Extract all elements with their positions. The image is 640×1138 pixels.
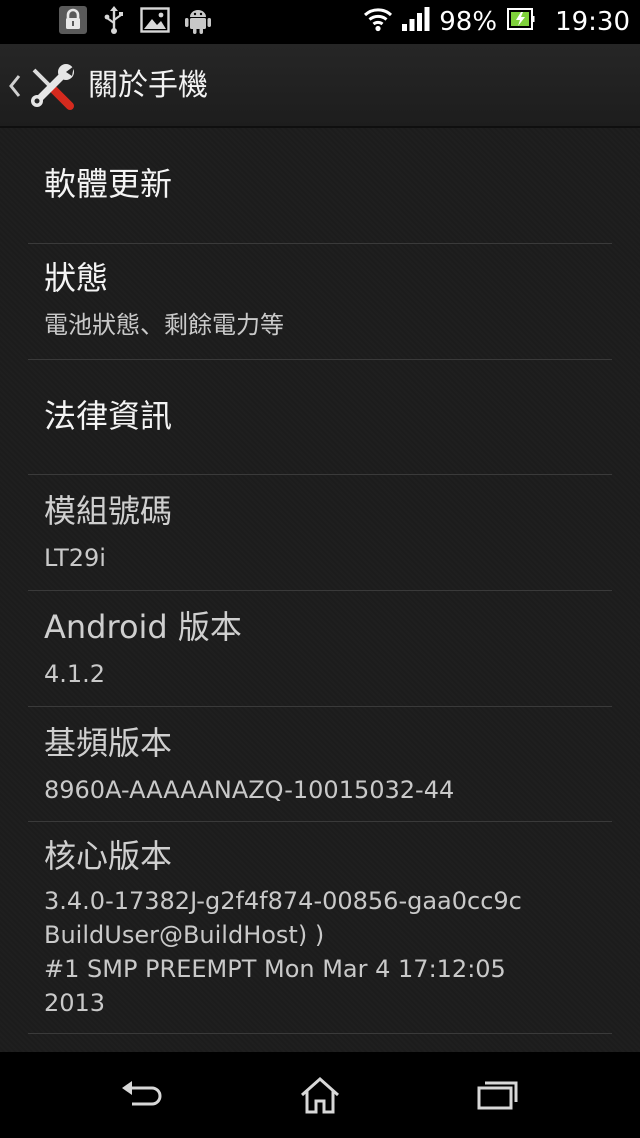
- list-item-title: 法律資訊: [44, 397, 173, 435]
- list-item-status[interactable]: 狀態 電池狀態、剩餘電力等: [28, 244, 612, 360]
- page-title: 關於手機: [88, 68, 208, 103]
- list-item-subtitle: 4.1.2: [44, 660, 106, 688]
- list-item-title: 基頻版本: [44, 724, 173, 762]
- image-icon: [140, 6, 170, 38]
- battery-percent: 98%: [439, 7, 498, 37]
- lock-icon: [58, 5, 88, 39]
- notification-icons: [58, 6, 212, 38]
- wrench-screwdriver-icon[interactable]: [26, 62, 76, 112]
- list-item-title: 核心版本: [44, 837, 173, 875]
- list-item-subtitle: 電池狀態、剩餘電力等: [44, 311, 284, 339]
- list-item-baseband-version: 基頻版本 8960A-AAAAANAZQ-10015032-44: [28, 707, 612, 822]
- list-item-kernel-version: 核心版本 3.4.0-17382J-g2f4f874-00856-gaa0cc9…: [28, 822, 612, 1034]
- wifi-icon: [363, 6, 393, 39]
- list-item-subtitle: 8960A-AAAAANAZQ-10015032-44: [44, 776, 455, 804]
- up-navigation-chevron-icon[interactable]: [4, 70, 26, 102]
- back-icon[interactable]: [112, 1070, 172, 1120]
- clock: 19:30: [555, 7, 630, 37]
- list-item-title: 軟體更新: [44, 165, 173, 203]
- action-bar: 關於手機: [0, 44, 640, 128]
- list-item-software-update[interactable]: 軟體更新: [28, 128, 612, 244]
- about-phone-screen: 98% 19:30 關於手機 軟體更新 狀態 電池狀態、剩餘電力等 法律資訊 模…: [0, 0, 640, 1138]
- system-status: 98% 19:30: [363, 0, 630, 44]
- list-item-android-version[interactable]: Android 版本 4.1.2: [28, 591, 612, 707]
- navigation-bar: [0, 1052, 640, 1138]
- list-item-legal-info[interactable]: 法律資訊: [28, 360, 612, 475]
- usb-icon: [102, 5, 126, 39]
- battery-icon: [507, 7, 535, 38]
- status-bar: 98% 19:30: [0, 0, 640, 44]
- android-icon: [184, 5, 212, 39]
- list-item-subtitle: LT29i: [44, 544, 106, 572]
- list-item-title: 模組號碼: [44, 492, 173, 530]
- settings-list: 軟體更新 狀態 電池狀態、剩餘電力等 法律資訊 模組號碼 LT29i Andro…: [0, 128, 640, 1052]
- home-icon[interactable]: [290, 1070, 350, 1120]
- list-item-title: 狀態: [44, 259, 109, 297]
- list-item-subtitle: 3.4.0-17382J-g2f4f874-00856-gaa0cc9c Bui…: [44, 887, 522, 1017]
- list-item-model-number: 模組號碼 LT29i: [28, 475, 612, 591]
- signal-icon: [401, 6, 431, 39]
- list-item-title: Android 版本: [44, 608, 242, 646]
- recent-apps-icon[interactable]: [468, 1070, 528, 1120]
